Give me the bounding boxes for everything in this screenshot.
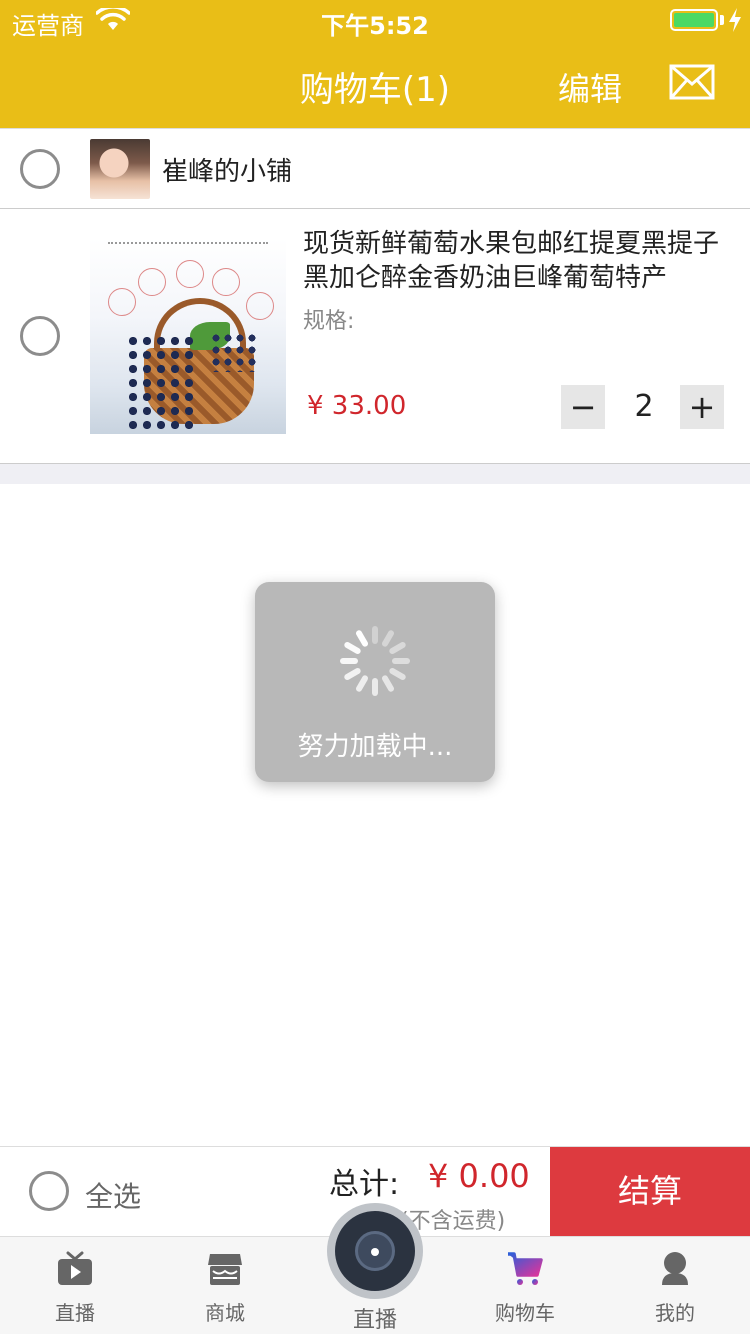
cart-item: 现货新鲜葡萄水果包邮红提夏黑提子黑加仑醉金香奶油巨峰葡萄特产 规格: ¥ 33.…: [0, 209, 750, 464]
tv-play-icon: [58, 1251, 92, 1285]
tab-live[interactable]: 直播: [0, 1237, 150, 1334]
tab-cart[interactable]: 购物车: [450, 1237, 600, 1334]
product-title[interactable]: 现货新鲜葡萄水果包邮红提夏黑提子黑加仑醉金香奶油巨峰葡萄特产: [303, 227, 735, 295]
status-bar: 运营商 下午5:52: [0, 0, 750, 40]
tab-label: 我的: [655, 1301, 695, 1325]
store-avatar[interactable]: [90, 139, 150, 199]
edit-button[interactable]: 编辑: [558, 64, 622, 110]
mail-icon[interactable]: [669, 64, 715, 100]
camera-icon: [335, 1211, 415, 1291]
quantity-value: 2: [634, 389, 654, 424]
spinner-tick: [380, 674, 396, 693]
spinner-tick: [340, 658, 358, 664]
product-price: ¥ 33.00: [307, 391, 407, 421]
total-label: 总计:: [329, 1167, 400, 1202]
quantity-decrease-button[interactable]: −: [561, 385, 605, 429]
tab-mall[interactable]: 商城: [150, 1237, 300, 1334]
item-select-checkbox[interactable]: [20, 316, 60, 356]
clock: 下午5:52: [321, 12, 429, 40]
store-select-checkbox[interactable]: [20, 149, 60, 189]
charging-icon: [729, 8, 741, 32]
spinner-tick: [388, 640, 407, 656]
tab-label: 直播: [55, 1301, 95, 1325]
store-name[interactable]: 崔峰的小铺: [162, 151, 292, 188]
spinner-tick: [372, 626, 378, 644]
quantity-increase-button[interactable]: +: [680, 385, 724, 429]
product-spec: 规格:: [303, 309, 355, 334]
spinner-tick: [392, 658, 410, 664]
tab-mine[interactable]: 我的: [600, 1237, 750, 1334]
loading-toast: 努力加载中...: [255, 582, 495, 782]
battery-tip: [720, 15, 724, 25]
tab-label: 直播: [352, 1308, 397, 1333]
spinner-tick: [343, 640, 362, 656]
battery-icon: [670, 9, 718, 31]
spinner-tick: [388, 666, 407, 682]
checkout-button[interactable]: 结算: [550, 1147, 750, 1237]
section-divider: [0, 464, 750, 484]
spinner-tick: [343, 666, 362, 682]
total-value: ¥ 0.00: [428, 1157, 530, 1195]
cart-icon: [508, 1252, 543, 1285]
spinner-tick: [354, 674, 370, 693]
product-image[interactable]: [90, 238, 286, 434]
store-row: 崔峰的小铺: [0, 128, 750, 209]
tab-label: 购物车: [495, 1301, 555, 1325]
loading-spinner-icon: [340, 626, 410, 696]
page-title: 购物车(1): [299, 70, 451, 110]
spinner-tick: [380, 629, 396, 648]
tab-label: 商城: [205, 1301, 245, 1325]
header: 运营商 下午5:52 购物车(1) 编辑: [0, 0, 750, 128]
loading-text: 努力加载中...: [297, 732, 453, 762]
spinner-tick: [372, 678, 378, 696]
person-icon: [662, 1252, 688, 1285]
spinner-tick: [354, 629, 370, 648]
store-icon: [208, 1254, 242, 1285]
select-all-label[interactable]: 全选: [85, 1175, 141, 1215]
select-all-checkbox[interactable]: [29, 1171, 69, 1211]
live-camera-button[interactable]: [327, 1203, 423, 1299]
cart-screen: 运营商 下午5:52 购物车(1) 编辑 崔峰的小铺 现货新鲜葡萄水果包邮红提夏…: [0, 0, 750, 1334]
